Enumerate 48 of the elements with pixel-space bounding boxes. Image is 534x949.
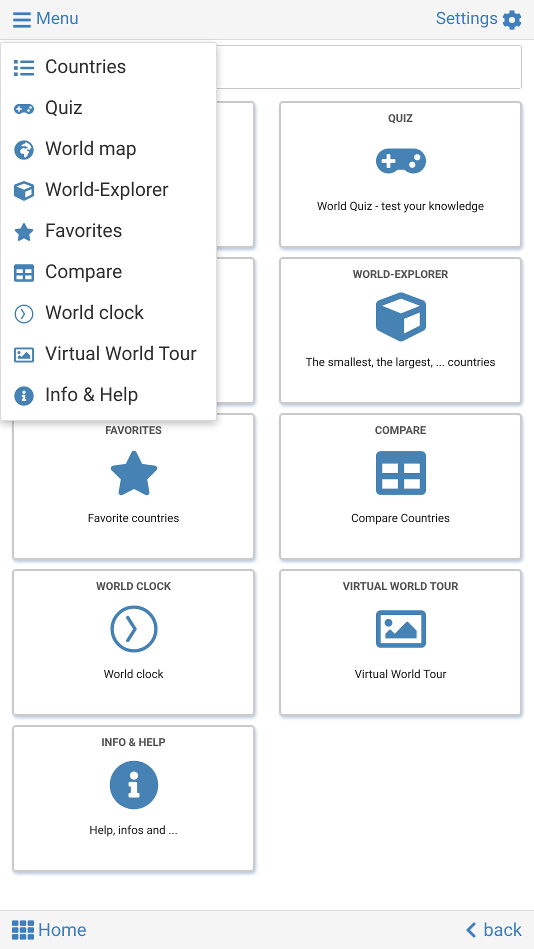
card-description: The smallest, the largest, ... countries [306,354,496,370]
menu-item[interactable]: World clock [1,293,216,334]
info-icon [14,386,34,406]
globe-icon [14,140,34,160]
card-description: Help, infos and ... [89,822,178,838]
menu-item[interactable]: Info & Help [1,375,216,416]
info-icon [108,760,158,810]
card-title: FAVORITES [105,423,162,439]
card-description: World clock [104,666,164,682]
menu-item[interactable]: World-Explorer [1,170,216,211]
feature-card[interactable]: FAVORITES Favorite countries [12,413,255,560]
card-title: WORLD-EXPLORER [352,267,448,283]
card-title: VIRTUAL WORLD TOUR [342,579,458,595]
menu-item[interactable]: World map [1,129,216,170]
grid-icon [12,919,34,941]
menu-item[interactable]: Quiz [1,88,216,129]
menu-button[interactable]: Menu [12,6,79,32]
menu-item[interactable]: Virtual World Tour [1,334,216,375]
clock-icon [108,604,158,654]
card-title: QUIZ [388,111,413,127]
settings-button[interactable]: Settings [436,6,522,32]
back-button[interactable]: back [462,916,522,944]
card-description: Compare Countries [351,510,450,526]
feature-card[interactable]: COMPARE Compare Countries [279,413,522,560]
menu-item[interactable]: Countries [1,47,216,88]
home-button[interactable]: Home [12,916,86,944]
feature-card[interactable]: VIRTUAL WORLD TOUR Virtual World Tour [279,569,522,716]
card-description: Virtual World Tour [354,666,446,682]
feature-card[interactable]: WORLD CLOCK World clock [12,569,255,716]
card-title: INFO & HELP [101,735,166,751]
card-description: Favorite countries [88,510,180,526]
settings-icon [502,10,522,30]
card-title: WORLD CLOCK [96,579,171,595]
menu-item[interactable]: Favorites [1,211,216,252]
table-icon [14,262,34,282]
menu-icon [12,10,32,30]
image-icon [14,344,34,364]
cube-icon [14,180,34,200]
feature-card[interactable]: QUIZ World Quiz - test your knowledge [279,101,522,248]
card-description: World Quiz - test your knowledge [317,198,484,214]
cube-icon [376,292,426,342]
clock-icon [14,304,34,324]
card-title: COMPARE [374,423,426,439]
star-icon [14,222,34,242]
feature-card[interactable]: INFO & HELP Help, infos and ... [12,725,255,872]
menu-item[interactable]: Compare [1,252,216,293]
list-icon [14,58,34,78]
feature-card[interactable]: WORLD-EXPLORER The smallest, the largest, ... countries [279,257,522,404]
